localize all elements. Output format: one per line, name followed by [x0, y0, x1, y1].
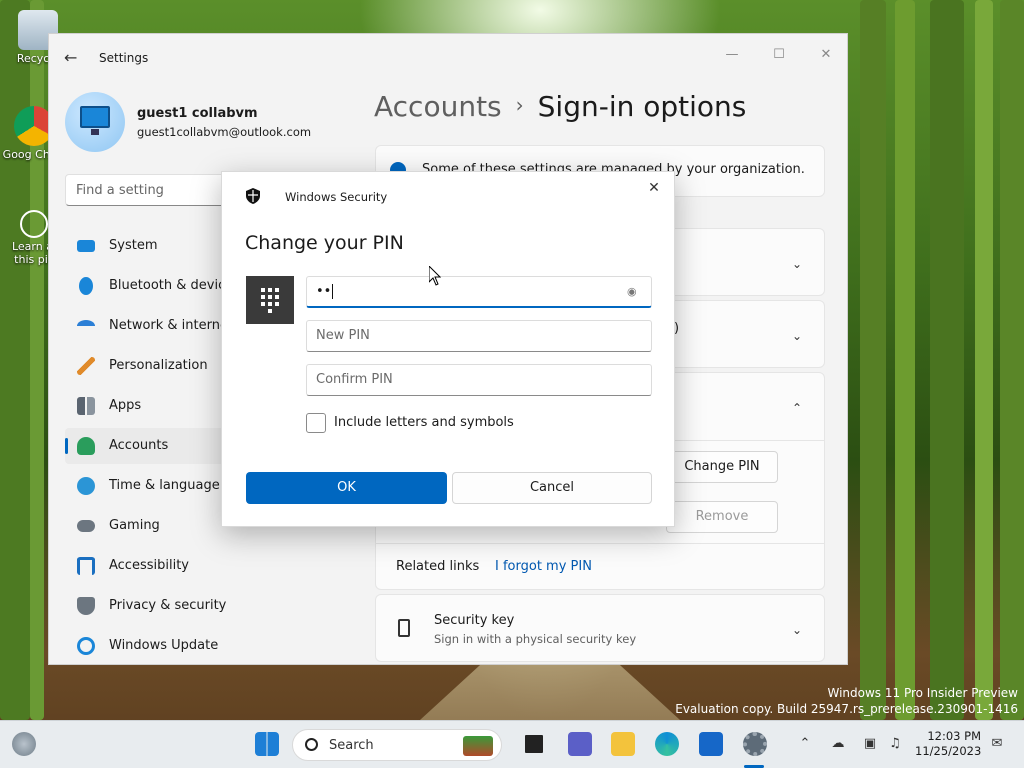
clock-time: 12:03 PM	[927, 729, 981, 743]
bluetooth-icon	[79, 277, 93, 295]
current-pin-field[interactable]: •• ◉	[306, 276, 652, 308]
keypad-icon	[246, 276, 294, 324]
related-links-label: Related links	[396, 559, 480, 574]
store-icon[interactable]	[699, 732, 723, 756]
widgets-icon[interactable]	[12, 732, 36, 756]
globe-clock-icon	[77, 477, 95, 495]
update-icon	[77, 637, 95, 655]
sidebar-item-label: Privacy & security	[109, 598, 227, 613]
new-pin-field[interactable]: New PIN	[306, 320, 652, 352]
sidebar-item-label: Apps	[109, 398, 142, 413]
sidebar-item-label: Gaming	[109, 518, 160, 533]
taskbar-search[interactable]: Search	[292, 729, 502, 761]
include-letters-label: Include letters and symbols	[334, 415, 514, 430]
close-icon[interactable]: ✕	[646, 180, 662, 196]
os-watermark-line2: Evaluation copy. Build 25947.rs_prerelea…	[675, 702, 1018, 716]
sidebar-item-label: Accessibility	[109, 558, 189, 573]
task-view-icon[interactable]	[522, 732, 546, 756]
remove-button[interactable]: Remove	[666, 501, 778, 533]
dialog-heading: Change your PIN	[245, 232, 404, 254]
change-pin-button[interactable]: Change PIN	[666, 451, 778, 483]
sidebar-item-label: Windows Update	[109, 638, 219, 653]
breadcrumb: Accounts › Sign-in options	[374, 90, 746, 123]
apps-icon	[77, 397, 95, 415]
brush-icon	[77, 357, 95, 375]
security-key-subtitle: Sign in with a physical security key	[434, 632, 637, 646]
back-arrow-icon[interactable]: ←	[64, 49, 82, 67]
sidebar-item-label: Accounts	[109, 438, 169, 453]
avatar[interactable]	[65, 92, 125, 152]
maximize-button[interactable]: ☐	[756, 40, 802, 70]
reveal-eye-icon[interactable]: ◉	[627, 285, 641, 299]
settings-gear-icon[interactable]	[743, 732, 767, 756]
confirm-pin-field[interactable]: Confirm PIN	[306, 364, 652, 396]
notification-icon[interactable]: ✉	[988, 735, 1006, 753]
mouse-cursor-icon	[429, 266, 441, 286]
page-title: Sign-in options	[537, 90, 747, 123]
chevron-up-icon[interactable]: ⌃	[796, 735, 814, 753]
onedrive-icon[interactable]: ☁	[829, 735, 847, 753]
taskbar: Search ⌃ ☁ ▣ ♫ 12:03 PM 11/25/2023 ✉	[0, 720, 1024, 768]
sidebar-item-label: System	[109, 238, 158, 253]
sidebar-item-label: Network & interne	[109, 318, 228, 333]
volume-icon[interactable]: ♫	[886, 735, 904, 753]
taskbar-search-label: Search	[329, 738, 374, 753]
file-explorer-icon[interactable]	[611, 732, 635, 756]
os-watermark-line1: Windows 11 Pro Insider Preview	[827, 686, 1018, 700]
accounts-icon	[77, 437, 95, 455]
search-icon	[305, 738, 318, 751]
sidebar-item-label: Personalization	[109, 358, 208, 373]
minimize-button[interactable]: —	[709, 40, 755, 70]
chevron-right-icon: ›	[515, 93, 524, 117]
system-icon	[77, 240, 95, 252]
include-letters-checkbox[interactable]	[306, 413, 326, 433]
sidebar-item-privacy-security[interactable]: Privacy & security	[65, 588, 365, 624]
chevron-down-icon[interactable]: ⌄	[792, 329, 806, 343]
shield-icon	[246, 188, 260, 204]
network-icon[interactable]: ▣	[861, 735, 879, 753]
chevron-up-icon[interactable]: ⌃	[792, 401, 806, 415]
app-title: Settings	[99, 51, 149, 65]
shield-icon	[77, 597, 95, 615]
close-window-button[interactable]: ✕	[803, 40, 847, 70]
security-key-title: Security key	[434, 613, 515, 628]
start-icon[interactable]	[255, 732, 279, 756]
change-pin-dialog: Windows Security ✕ Change your PIN •• ◉ …	[221, 171, 675, 527]
clock-date: 11/25/2023	[915, 744, 982, 758]
profile-name: guest1 collabvm	[137, 106, 258, 121]
gamepad-icon	[77, 520, 95, 532]
sidebar-item-accessibility[interactable]: Accessibility	[65, 548, 365, 584]
edge-icon[interactable]	[655, 732, 679, 756]
clock[interactable]: 12:03 PM 11/25/2023	[915, 729, 981, 759]
accessibility-icon	[77, 557, 95, 575]
breadcrumb-accounts[interactable]: Accounts	[374, 90, 502, 123]
cancel-button[interactable]: Cancel	[452, 472, 652, 504]
teams-icon[interactable]	[568, 732, 592, 756]
security-key-card[interactable]: Security key Sign in with a physical sec…	[375, 594, 825, 662]
sidebar-item-windows-update[interactable]: Windows Update	[65, 628, 365, 664]
dialog-app-name: Windows Security	[285, 190, 388, 204]
network-icon	[77, 320, 95, 332]
search-highlight-icon	[463, 736, 493, 756]
ok-button[interactable]: OK	[246, 472, 447, 504]
forgot-pin-link[interactable]: I forgot my PIN	[495, 559, 592, 574]
sidebar-item-label: Bluetooth & devic	[109, 278, 226, 293]
current-pin-value: ••	[316, 284, 332, 299]
chevron-down-icon[interactable]: ⌄	[792, 623, 806, 637]
usb-key-icon	[398, 619, 410, 637]
sidebar-item-label: Time & language	[109, 478, 220, 493]
learn-about-picture-icon	[20, 210, 48, 238]
profile-email: guest1collabvm@outlook.com	[137, 125, 312, 139]
chevron-down-icon[interactable]: ⌄	[792, 257, 806, 271]
title-bar: ← Settings — ☐ ✕	[49, 34, 847, 82]
